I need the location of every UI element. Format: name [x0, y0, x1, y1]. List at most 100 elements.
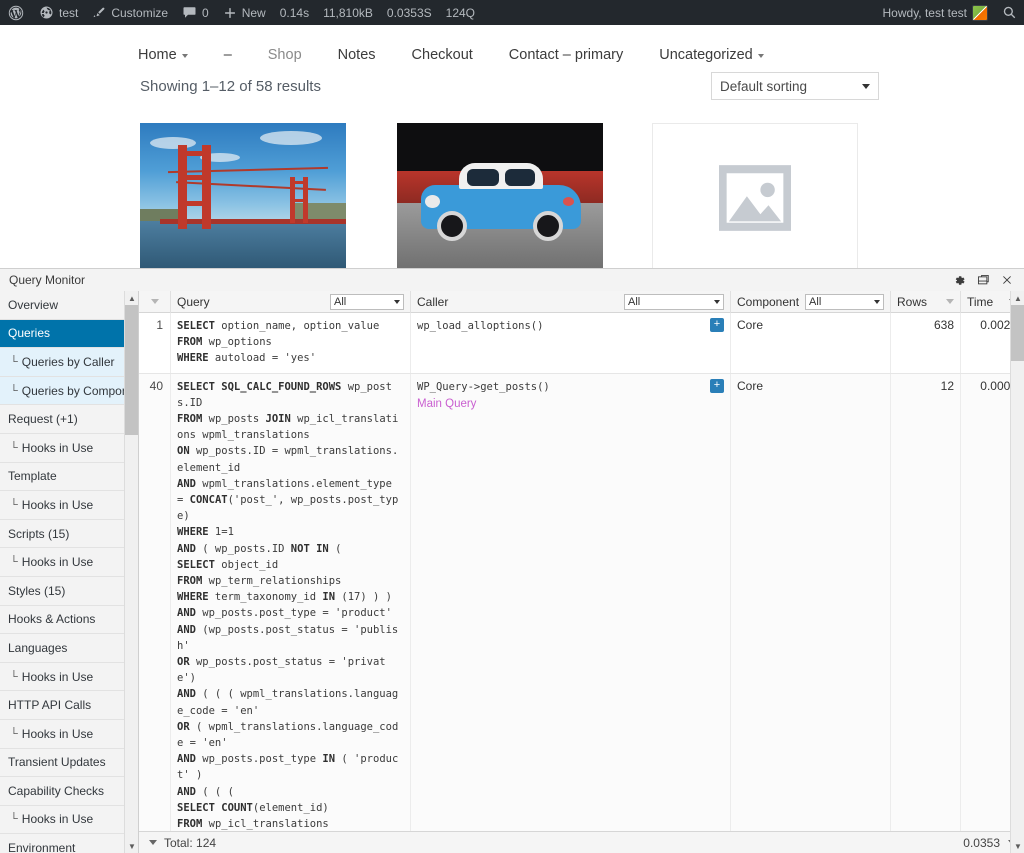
nav-item-uncategorized[interactable]: Uncategorized	[659, 47, 764, 63]
sidebar-item-hooks-actions[interactable]: Hooks & Actions	[0, 606, 138, 635]
table-scrollbar[interactable]: ▲ ▼	[1010, 291, 1024, 853]
nav-item-home[interactable]: Home	[138, 47, 188, 63]
sidebar-item-queries[interactable]: Queries	[0, 319, 138, 349]
product-card-3[interactable]	[652, 123, 858, 272]
col-query-label: Query	[177, 294, 210, 309]
sidebar-item-overview[interactable]: Overview	[0, 291, 138, 320]
table-row[interactable]: 40 SELECT SQL_CALC_FOUND_ROWS wp_posts.ID…	[139, 373, 1024, 831]
query-component: Core	[731, 313, 891, 373]
chevron-down-icon	[874, 299, 880, 304]
scroll-down-icon[interactable]: ▼	[125, 839, 138, 853]
component-filter-select[interactable]: All	[805, 293, 884, 310]
sidebar-item-hooks-in-use[interactable]: └ Hooks in Use	[0, 491, 138, 520]
product-card-2[interactable]	[397, 123, 603, 272]
customize-link[interactable]: Customize	[85, 0, 175, 25]
nav-label: –	[223, 47, 232, 63]
my-account-menu[interactable]: Howdy, test test	[876, 0, 995, 25]
comment-bubble-icon	[183, 7, 196, 18]
results-count: Showing 1–12 of 58 results	[140, 78, 321, 95]
sidebar-item-hooks-in-use[interactable]: └ Hooks in Use	[0, 719, 138, 749]
sidebar-item-template[interactable]: Template	[0, 463, 138, 492]
sidebar-item-scripts-15[interactable]: Scripts (15)	[0, 520, 138, 549]
sidebar-item-http-api-calls[interactable]: HTTP API Calls	[0, 691, 138, 720]
chevron-down-icon	[757, 54, 764, 58]
admin-bar-right: Howdy, test test	[876, 0, 1024, 25]
sidebar-scroll-thumb[interactable]	[125, 305, 138, 435]
nav-item-notes[interactable]: Notes	[338, 47, 376, 63]
sidebar-scrollbar[interactable]: ▲ ▼	[124, 291, 138, 853]
product-card-1[interactable]	[140, 123, 346, 272]
sidebar-item-hooks-in-use[interactable]: └ Hooks in Use	[0, 433, 138, 463]
nav-item-shop[interactable]: Shop	[268, 47, 302, 63]
main-query-badge: Main Query	[417, 397, 477, 410]
nav-item-checkout[interactable]: Checkout	[412, 47, 473, 63]
perf-memory[interactable]: 11,810kB	[316, 6, 380, 20]
golden-gate-bridge-photo[interactable]	[140, 123, 346, 272]
table-scroll-thumb[interactable]	[1011, 305, 1024, 361]
total-label: Total: 124	[164, 835, 217, 850]
scroll-up-icon[interactable]: ▲	[1011, 291, 1024, 305]
dock-position-icon[interactable]	[972, 269, 994, 291]
comments-link[interactable]: 0	[175, 0, 216, 25]
query-caller: wp_load_alloptions() +	[411, 313, 731, 373]
col-rows[interactable]: Rows	[891, 291, 961, 313]
sidebar-item-environment[interactable]: Environment	[0, 834, 138, 853]
chevron-down-icon	[714, 299, 720, 304]
sort-arrow-icon	[946, 299, 954, 304]
col-sort-toggle[interactable]	[139, 291, 171, 313]
plus-icon	[224, 7, 235, 18]
sidebar-item-label: Queries by Caller	[21, 354, 115, 369]
panel-title: Query Monitor	[9, 273, 86, 287]
wordpress-logo-icon[interactable]	[0, 0, 32, 25]
avatar	[972, 4, 988, 21]
sidebar-item-queries-by-caller[interactable]: └ Queries by Caller	[0, 348, 138, 377]
image-placeholder[interactable]	[652, 123, 858, 272]
sidebar-item-label: Languages	[8, 640, 68, 655]
close-icon[interactable]	[996, 269, 1018, 291]
caller-filter-select[interactable]: All	[624, 293, 724, 310]
sidebar-item-transient-updates[interactable]: Transient Updates	[0, 749, 138, 778]
site-name-menu[interactable]: test	[32, 0, 85, 25]
customize-label: Customize	[111, 5, 169, 20]
perf-time[interactable]: 0.14s	[273, 6, 316, 20]
query-monitor-titlebar: Query Monitor	[0, 269, 1024, 291]
sidebar-item-hooks-in-use[interactable]: └ Hooks in Use	[0, 662, 138, 692]
expand-caller-button[interactable]: +	[710, 378, 724, 393]
scroll-up-icon[interactable]: ▲	[125, 291, 138, 305]
site-name-label: test	[59, 5, 79, 20]
sub-item-marker-icon: └	[10, 441, 18, 454]
settings-gear-icon[interactable]	[948, 269, 970, 291]
chevron-down-icon	[181, 54, 188, 58]
query-filter-select[interactable]: All	[330, 293, 404, 310]
expand-caller-button[interactable]: +	[710, 318, 724, 332]
sidebar-item-label: Hooks in Use	[21, 669, 94, 684]
sub-item-marker-icon: └	[10, 670, 18, 683]
sidebar-item-queries-by-component[interactable]: └ Queries by Component	[0, 376, 138, 406]
col-time-label: Time	[967, 294, 994, 309]
chevron-down-icon	[394, 299, 400, 304]
sorting-select[interactable]: Default sorting	[711, 72, 879, 100]
sidebar-item-label: Hooks in Use	[21, 440, 94, 455]
nav-item-contact-primary[interactable]: Contact – primary	[509, 47, 623, 63]
query-rows: 12	[891, 373, 961, 831]
howdy-label: Howdy, test test	[882, 5, 967, 20]
sidebar-item-languages[interactable]: Languages	[0, 634, 138, 663]
footer-toggle-icon[interactable]	[149, 840, 157, 845]
sidebar-item-capability-checks[interactable]: Capability Checks	[0, 777, 138, 806]
nav-item-divider[interactable]: –	[224, 47, 232, 63]
chevron-down-icon	[862, 83, 870, 89]
sidebar-item-hooks-in-use[interactable]: └ Hooks in Use	[0, 805, 138, 835]
search-icon[interactable]	[995, 0, 1024, 25]
perf-db-time[interactable]: 0.0353S	[380, 6, 439, 20]
queries-table-rows: 1 SELECT option_name, option_value FROM wp…	[139, 313, 1024, 831]
sorting-value: Default sorting	[720, 78, 808, 94]
perf-query-count[interactable]: 124Q	[439, 6, 482, 20]
scroll-down-icon[interactable]: ▼	[1011, 839, 1024, 853]
blue-mini-cooper-photo[interactable]	[397, 123, 603, 272]
sidebar-item-styles-15[interactable]: Styles (15)	[0, 577, 138, 606]
table-row[interactable]: 1 SELECT option_name, option_value FROM wp…	[139, 313, 1024, 374]
sidebar-item-hooks-in-use[interactable]: └ Hooks in Use	[0, 548, 138, 577]
total-time: 0.0353	[963, 835, 1000, 850]
new-content-link[interactable]: New	[216, 0, 273, 25]
sidebar-item-request-1[interactable]: Request (+1)	[0, 405, 138, 434]
